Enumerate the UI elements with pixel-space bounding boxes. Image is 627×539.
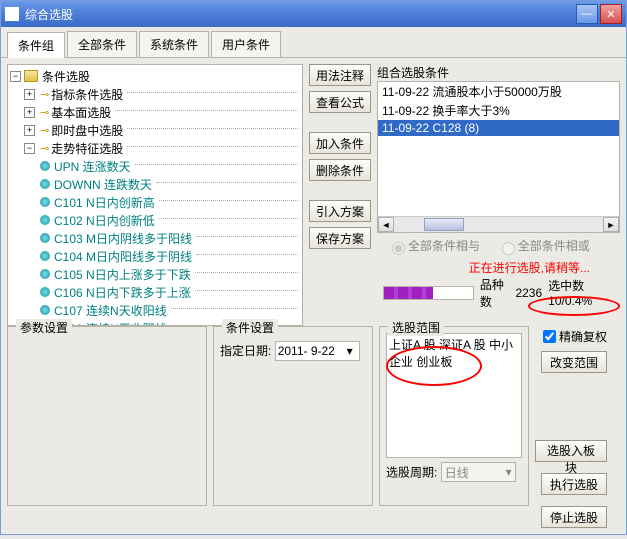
progress-bar	[383, 286, 474, 300]
leaf-icon	[40, 197, 50, 207]
scope-fieldset: 选股范围 上证A 股 深证A 股 中小企业 创业板 选股周期: 日线 ▾	[379, 326, 529, 506]
radio-row: 全部条件相与 全部条件相或	[377, 233, 620, 259]
save-scheme-button[interactable]: 保存方案	[309, 227, 371, 249]
radio-or[interactable]: 全部条件相或	[497, 239, 590, 253]
status-message: 正在进行选股,请稍等...	[377, 259, 620, 276]
folder-icon	[24, 70, 38, 82]
date-input[interactable]: 2011- 9-22 ▾	[275, 341, 360, 361]
dropdown-icon[interactable]: ▾	[343, 344, 357, 358]
cycle-value: 日线	[445, 464, 469, 481]
formula-button[interactable]: 查看公式	[309, 91, 371, 113]
total-value: 2236	[515, 286, 542, 300]
import-scheme-button[interactable]: 引入方案	[309, 200, 371, 222]
tab-bar: 条件组 全部条件 系统条件 用户条件	[1, 27, 626, 58]
scope-text: 上证A 股 深证A 股 中小企业 创业板	[386, 333, 522, 458]
combo-condition-list[interactable]: 11-09-22 流通股本小于50000万股 11-09-22 换手率大于3% …	[377, 81, 620, 233]
tree-leaf[interactable]: UPN 连涨数天	[54, 158, 131, 175]
cycle-label: 选股周期:	[386, 466, 437, 480]
tree-leaf[interactable]: C104 M日内阳线多于阴线	[54, 248, 192, 265]
collapse-icon[interactable]: −	[24, 143, 35, 154]
add-condition-button[interactable]: 加入条件	[309, 132, 371, 154]
window-title: 综合选股	[25, 6, 574, 23]
date-label: 指定日期:	[220, 344, 271, 358]
cycle-dropdown[interactable]: 日线 ▾	[441, 462, 516, 482]
expand-icon[interactable]: +	[24, 89, 35, 100]
execute-button[interactable]: 执行选股	[541, 473, 607, 495]
leaf-icon	[40, 251, 50, 261]
expand-icon[interactable]: +	[24, 107, 35, 118]
close-button[interactable]: ✕	[600, 4, 622, 24]
change-scope-button[interactable]: 改变范围	[541, 351, 607, 373]
total-label: 品种数	[480, 276, 510, 310]
stop-button[interactable]: 停止选股	[541, 506, 607, 528]
tree-folder[interactable]: 基本面选股	[51, 104, 111, 121]
leaf-icon	[40, 233, 50, 243]
selected-value: 10/0.4%	[548, 294, 592, 308]
cond-legend: 条件设置	[222, 319, 278, 336]
combo-item-selected[interactable]: 11-09-22 C128 (8)	[378, 120, 619, 136]
tree-leaf[interactable]: DOWNN 连跌数天	[54, 176, 152, 193]
key-icon: ⊸	[40, 124, 49, 137]
titlebar: 综合选股 — ✕	[1, 1, 626, 27]
tree-leaf[interactable]: C107 连续N天收阳线	[54, 302, 167, 319]
params-legend: 参数设置	[16, 319, 72, 336]
leaf-icon	[40, 215, 50, 225]
tree-folder[interactable]: 指标条件选股	[51, 86, 123, 103]
key-icon: ⊸	[40, 142, 49, 155]
tab-all[interactable]: 全部条件	[67, 31, 137, 57]
tab-system[interactable]: 系统条件	[139, 31, 209, 57]
tree-folder[interactable]: 走势特征选股	[51, 140, 123, 157]
condition-tree[interactable]: −条件选股 +⊸指标条件选股 +⊸基本面选股 +⊸即时盘中选股 −⊸走势特征选股…	[7, 64, 303, 326]
date-value: 2011- 9-22	[278, 344, 335, 358]
leaf-icon	[40, 161, 50, 171]
action-buttons: 用法注释 查看公式 加入条件 删除条件 引入方案 保存方案	[309, 64, 371, 326]
collapse-icon[interactable]: −	[10, 71, 21, 82]
scope-legend: 选股范围	[388, 319, 444, 336]
tree-leaf[interactable]: C103 M日内阴线多于阳线	[54, 230, 192, 247]
exact-adjust-checkbox[interactable]: 精确复权	[543, 328, 607, 345]
leaf-icon	[40, 287, 50, 297]
tree-leaf[interactable]: C102 N日内创新低	[54, 212, 155, 229]
app-icon	[5, 7, 19, 21]
tab-group[interactable]: 条件组	[7, 32, 65, 58]
scroll-left-icon[interactable]: ◄	[378, 217, 394, 232]
leaf-icon	[40, 269, 50, 279]
combo-item[interactable]: 11-09-22 流通股本小于50000万股	[378, 82, 619, 101]
leaf-icon	[40, 179, 50, 189]
leaf-icon	[40, 305, 50, 315]
usage-button[interactable]: 用法注释	[309, 64, 371, 86]
tree-leaf[interactable]: C106 N日内下跌多于上涨	[54, 284, 191, 301]
tree-root[interactable]: 条件选股	[42, 68, 90, 85]
condition-fieldset: 条件设置 指定日期: 2011- 9-22 ▾	[213, 326, 373, 506]
dropdown-icon[interactable]: ▾	[506, 465, 512, 479]
tree-folder[interactable]: 即时盘中选股	[51, 122, 123, 139]
horizontal-scrollbar[interactable]: ◄ ►	[378, 216, 619, 232]
radio-and[interactable]: 全部条件相与	[387, 239, 480, 253]
key-icon: ⊸	[40, 106, 49, 119]
minimize-button[interactable]: —	[576, 4, 598, 24]
into-block-button[interactable]: 选股入板块	[535, 440, 607, 462]
expand-icon[interactable]: +	[24, 125, 35, 136]
scroll-thumb[interactable]	[424, 218, 464, 231]
combo-title: 组合选股条件	[377, 64, 620, 81]
checkbox-label: 精确复权	[559, 328, 607, 345]
tree-leaf[interactable]: C105 N日内上涨多于下跌	[54, 266, 191, 283]
tree-leaf[interactable]: C101 N日内创新高	[54, 194, 155, 211]
delete-condition-button[interactable]: 删除条件	[309, 159, 371, 181]
tab-user[interactable]: 用户条件	[211, 31, 281, 57]
key-icon: ⊸	[40, 88, 49, 101]
scroll-right-icon[interactable]: ►	[603, 217, 619, 232]
combo-item[interactable]: 11-09-22 换手率大于3%	[378, 101, 619, 120]
selected-label: 选中数	[548, 279, 584, 293]
params-fieldset: 参数设置	[7, 326, 207, 506]
